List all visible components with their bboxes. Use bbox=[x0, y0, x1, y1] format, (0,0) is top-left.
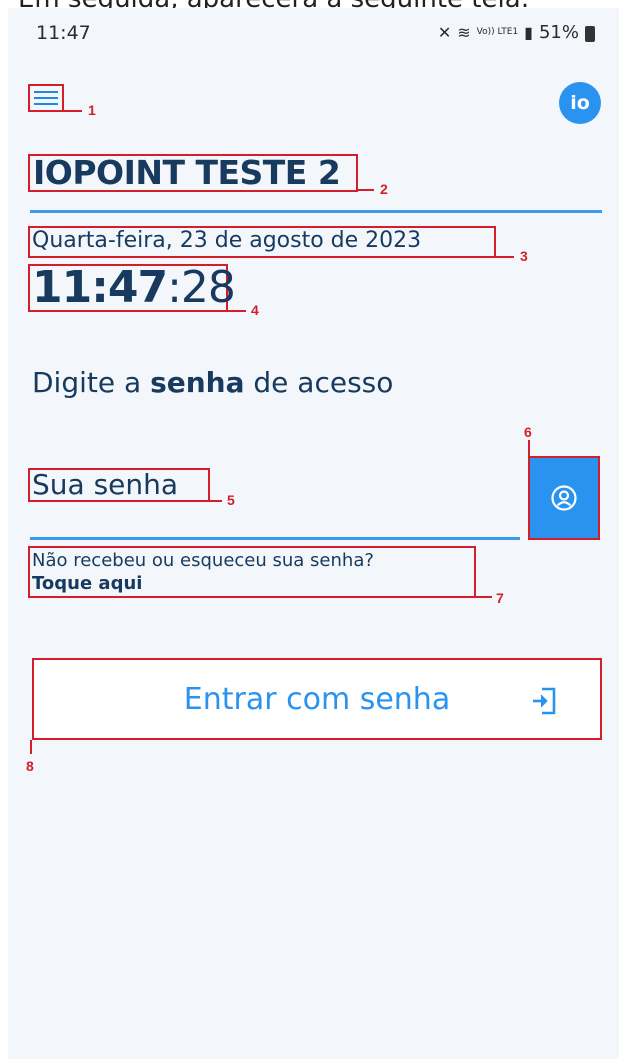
password-prompt: Digite a senha de acesso bbox=[32, 366, 394, 399]
menu-button[interactable] bbox=[28, 84, 64, 112]
time-seconds: :28 bbox=[167, 262, 236, 313]
battery-icon bbox=[585, 25, 595, 42]
annotation-leader-8 bbox=[30, 740, 32, 754]
annotation-4: 4 bbox=[251, 302, 259, 318]
password-underline bbox=[30, 537, 520, 540]
annotation-leader-6 bbox=[528, 440, 530, 456]
divider bbox=[30, 210, 602, 213]
enter-with-password-button[interactable]: Entrar com senha bbox=[32, 658, 602, 740]
annotation-5: 5 bbox=[227, 492, 235, 508]
annotation-7: 7 bbox=[496, 590, 504, 606]
annotation-2: 2 bbox=[380, 181, 388, 197]
status-time: 11:47 bbox=[36, 22, 91, 44]
avatar[interactable]: io bbox=[559, 82, 601, 124]
login-arrow-icon bbox=[533, 687, 556, 715]
signal-icon: ▮ bbox=[524, 23, 533, 42]
annotation-8: 8 bbox=[26, 758, 34, 774]
annotation-leader-7 bbox=[476, 596, 492, 598]
forgot-password-text: Não recebeu ou esqueceu sua senha? bbox=[32, 550, 374, 571]
current-time: 11:47:28 bbox=[32, 262, 236, 313]
time-hours-minutes: 11:47 bbox=[32, 262, 168, 313]
password-input[interactable] bbox=[32, 466, 212, 502]
hamburger-icon bbox=[34, 91, 58, 93]
annotation-leader-3 bbox=[496, 256, 514, 258]
status-indicators: ✕ ≋ Vo)) LTE1 ▮ 51% bbox=[438, 22, 595, 43]
enter-button-label: Entrar com senha bbox=[183, 681, 451, 717]
annotation-1: 1 bbox=[88, 102, 96, 118]
annotation-leader-4 bbox=[228, 310, 246, 312]
company-name: IOPOINT TESTE 2 bbox=[33, 153, 341, 192]
annotation-leader-5 bbox=[210, 500, 222, 502]
battery-level: 51% bbox=[538, 22, 579, 43]
current-date: Quarta-feira, 23 de agosto de 2023 bbox=[32, 228, 422, 253]
network-label: Vo)) LTE1 bbox=[476, 27, 519, 37]
identify-button[interactable] bbox=[528, 456, 600, 540]
annotation-6: 6 bbox=[524, 424, 532, 440]
annotation-3: 3 bbox=[520, 248, 528, 264]
annotation-leader-2 bbox=[358, 189, 374, 191]
forgot-password-link[interactable]: Toque aqui bbox=[32, 573, 142, 594]
user-circle-icon bbox=[551, 485, 577, 511]
annotation-leader-1 bbox=[64, 110, 82, 112]
wifi-icon: ≋ bbox=[457, 23, 471, 42]
mute-icon: ✕ bbox=[437, 23, 452, 42]
